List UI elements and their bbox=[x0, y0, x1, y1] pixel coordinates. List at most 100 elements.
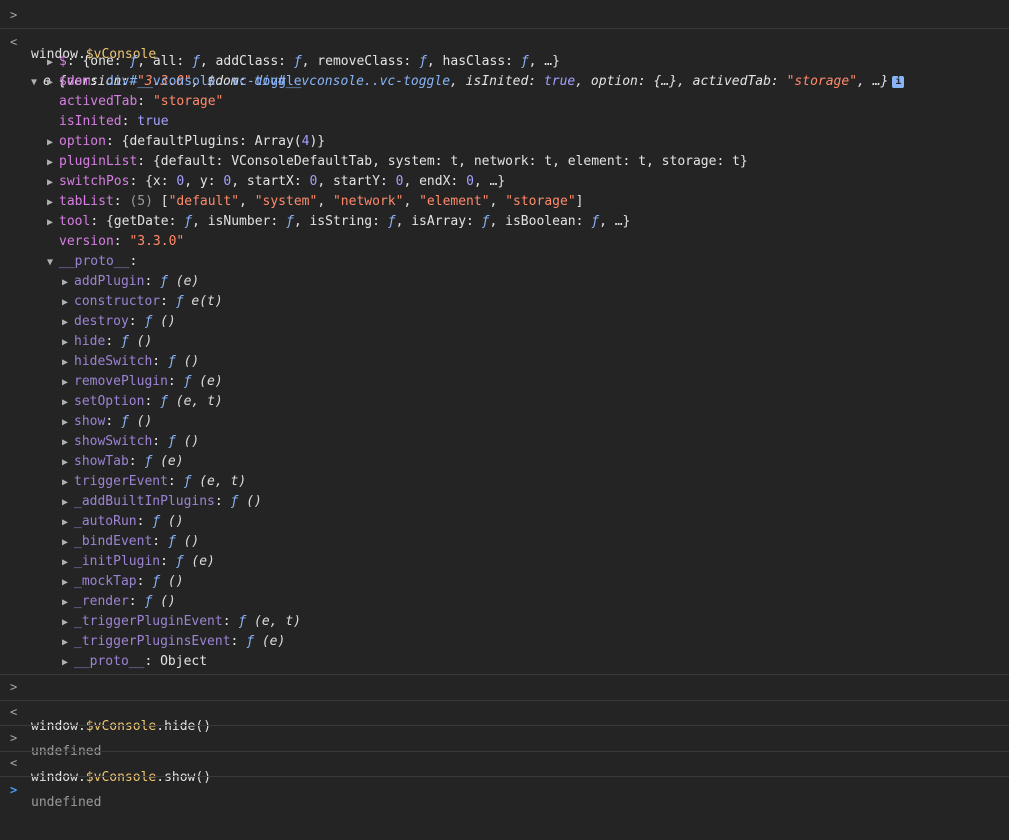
property-row[interactable]: ▶ pluginList: {default: VConsoleDefaultTa… bbox=[47, 152, 748, 172]
expand-closed-icon[interactable]: ▶ bbox=[62, 293, 74, 313]
expand-open-icon[interactable]: ▼ bbox=[47, 253, 59, 273]
property-row[interactable]: ▶ tabList: (5) ["default", "system", "net… bbox=[47, 192, 583, 212]
method-args: (e, t) bbox=[167, 394, 223, 409]
property-row[interactable]: ▶ switchPos: {x: 0, y: 0, startX: 0, star… bbox=[47, 172, 505, 192]
function-symbol: ƒ bbox=[167, 434, 176, 449]
property-key: activedTab bbox=[59, 94, 138, 109]
expand-closed-icon[interactable]: ▶ bbox=[47, 173, 59, 193]
expand-closed-icon[interactable]: ▶ bbox=[62, 553, 74, 573]
method-args: () bbox=[160, 574, 184, 589]
method-args: () bbox=[128, 334, 153, 349]
function-symbol: ƒ bbox=[160, 274, 168, 289]
method-key: _autoRun bbox=[74, 514, 137, 529]
property-row[interactable]: ▶ option: {defaultPlugins: Array(4)} bbox=[47, 132, 325, 152]
method-key: addPlugin bbox=[74, 274, 145, 289]
expand-closed-icon[interactable]: ▶ bbox=[62, 533, 74, 553]
expand-closed-icon[interactable]: ▶ bbox=[62, 313, 74, 333]
console-entry-object-output: < ▼ e {version: "3.3.0", $dom: div#__vcon… bbox=[0, 29, 1009, 675]
expand-closed-icon[interactable]: ▶ bbox=[62, 613, 74, 633]
expand-closed-icon[interactable]: ▶ bbox=[47, 213, 59, 233]
property-row[interactable]: ▶ tool: {getDate: ƒ, isNumber: ƒ, isStrin… bbox=[47, 212, 630, 232]
property-row[interactable]: ▶ $: {one: ƒ, all: ƒ, addClass: ƒ, remove… bbox=[47, 52, 560, 72]
proto-key: __proto__ bbox=[59, 254, 130, 269]
property-key: tabList bbox=[59, 194, 114, 209]
expand-open-icon[interactable]: ▼ bbox=[31, 73, 43, 93]
proto-row[interactable]: ▼ __proto__: bbox=[47, 252, 137, 272]
expand-closed-icon[interactable]: ▶ bbox=[62, 393, 74, 413]
console-entry-output: < undefined bbox=[0, 701, 1009, 759]
function-symbol: ƒ bbox=[167, 354, 176, 369]
input-caret-icon: > bbox=[10, 783, 18, 797]
method-row[interactable]: ▶ _triggerPluginsEvent: ƒ (e) bbox=[62, 632, 285, 652]
output-prompt-icon: < bbox=[10, 756, 18, 770]
property-key: pluginList bbox=[59, 154, 138, 169]
expand-closed-icon[interactable]: ▶ bbox=[47, 53, 59, 73]
console-prompt-input[interactable]: > bbox=[0, 777, 1009, 803]
method-row[interactable]: ▶ show: ƒ () bbox=[62, 412, 152, 432]
expand-closed-icon[interactable]: ▶ bbox=[62, 373, 74, 393]
method-row[interactable]: ▶ constructor: ƒ e(t) bbox=[62, 292, 223, 312]
expand-closed-icon[interactable]: ▶ bbox=[62, 593, 74, 613]
method-row[interactable]: ▶ destroy: ƒ () bbox=[62, 312, 176, 332]
method-row[interactable]: ▶ _mockTap: ƒ () bbox=[62, 572, 184, 592]
expand-closed-icon[interactable]: ▶ bbox=[62, 573, 74, 593]
expand-closed-icon[interactable]: ▶ bbox=[62, 513, 74, 533]
method-key: _triggerPluginEvent bbox=[74, 614, 223, 629]
method-row[interactable]: ▶ _autoRun: ƒ () bbox=[62, 512, 184, 532]
method-args: (e) bbox=[183, 554, 215, 569]
function-symbol: ƒ bbox=[246, 634, 255, 649]
method-row[interactable]: ▶ _triggerPluginEvent: ƒ (e, t) bbox=[62, 612, 301, 632]
console-entry-input: > window.$vConsole.show() bbox=[0, 726, 1009, 785]
method-args: e(t) bbox=[183, 294, 223, 309]
expand-closed-icon[interactable]: ▶ bbox=[62, 433, 74, 453]
method-row[interactable]: ▶ _addBuiltInPlugins: ƒ () bbox=[62, 492, 262, 512]
method-args: () bbox=[175, 354, 200, 369]
expand-closed-icon[interactable]: ▶ bbox=[62, 653, 74, 673]
expand-closed-icon[interactable]: ▶ bbox=[62, 633, 74, 653]
property-key: tool bbox=[59, 214, 91, 229]
property-value: "3.3.0" bbox=[129, 234, 185, 249]
property-key: option bbox=[59, 134, 106, 149]
expand-closed-icon[interactable]: ▶ bbox=[62, 273, 74, 293]
method-row[interactable]: ▶ _initPlugin: ƒ (e) bbox=[62, 552, 215, 572]
method-row[interactable]: ▶ _bindEvent: ƒ () bbox=[62, 532, 199, 552]
method-row[interactable]: ▶ removePlugin: ƒ (e) bbox=[62, 372, 223, 392]
expand-closed-icon[interactable]: ▶ bbox=[62, 493, 74, 513]
method-row[interactable]: ▶ showSwitch: ƒ () bbox=[62, 432, 199, 452]
expand-closed-icon[interactable]: ▶ bbox=[62, 473, 74, 493]
expand-closed-icon[interactable]: ▶ bbox=[62, 333, 74, 353]
info-icon[interactable]: i bbox=[892, 75, 905, 88]
method-key: constructor bbox=[74, 294, 161, 309]
property-value: div#__vconsole..vc-toggle bbox=[105, 74, 302, 89]
method-row[interactable]: ▶ setOption: ƒ (e, t) bbox=[62, 392, 223, 412]
proto-value: Object bbox=[160, 654, 208, 669]
expand-closed-icon[interactable]: ▶ bbox=[62, 453, 74, 473]
expand-closed-icon[interactable]: ▶ bbox=[47, 73, 59, 93]
method-row[interactable]: ▶ hide: ƒ () bbox=[62, 332, 152, 352]
proto-row[interactable]: ▶ __proto__: Object bbox=[62, 652, 207, 672]
object-summary-row[interactable]: < ▼ e {version: "3.3.0", $dom: div#__vcon… bbox=[0, 32, 1009, 89]
property-key: $ bbox=[59, 54, 67, 69]
method-row[interactable]: ▶ hideSwitch: ƒ () bbox=[62, 352, 199, 372]
property-value: "storage" bbox=[152, 94, 224, 109]
expand-closed-icon[interactable]: ▶ bbox=[47, 133, 59, 153]
function-symbol: ƒ bbox=[175, 294, 184, 309]
expand-closed-icon[interactable]: ▶ bbox=[47, 153, 59, 173]
function-symbol: ƒ bbox=[152, 574, 161, 589]
method-row[interactable]: ▶ addPlugin: ƒ (e) bbox=[62, 272, 199, 292]
property-row[interactable]: ▶ $dom: div#__vconsole..vc-toggle bbox=[47, 72, 302, 92]
method-row[interactable]: ▶ triggerEvent: ƒ (e, t) bbox=[62, 472, 246, 492]
function-symbol: ƒ bbox=[152, 514, 161, 529]
expand-closed-icon[interactable]: ▶ bbox=[62, 353, 74, 373]
method-args: (e, t) bbox=[191, 474, 247, 489]
method-key: showTab bbox=[74, 454, 129, 469]
expand-closed-icon[interactable]: ▶ bbox=[62, 413, 74, 433]
method-key: showSwitch bbox=[74, 434, 153, 449]
method-key: _mockTap bbox=[74, 574, 137, 589]
method-row[interactable]: ▶ showTab: ƒ (e) bbox=[62, 452, 184, 472]
method-key: _addBuiltInPlugins bbox=[74, 494, 215, 509]
method-row[interactable]: ▶ _render: ƒ () bbox=[62, 592, 176, 612]
function-symbol: ƒ bbox=[160, 394, 168, 409]
devtools-console: > window.$vConsole < ▼ e {version: "3.3.0… bbox=[0, 0, 1009, 810]
expand-closed-icon[interactable]: ▶ bbox=[47, 193, 59, 213]
